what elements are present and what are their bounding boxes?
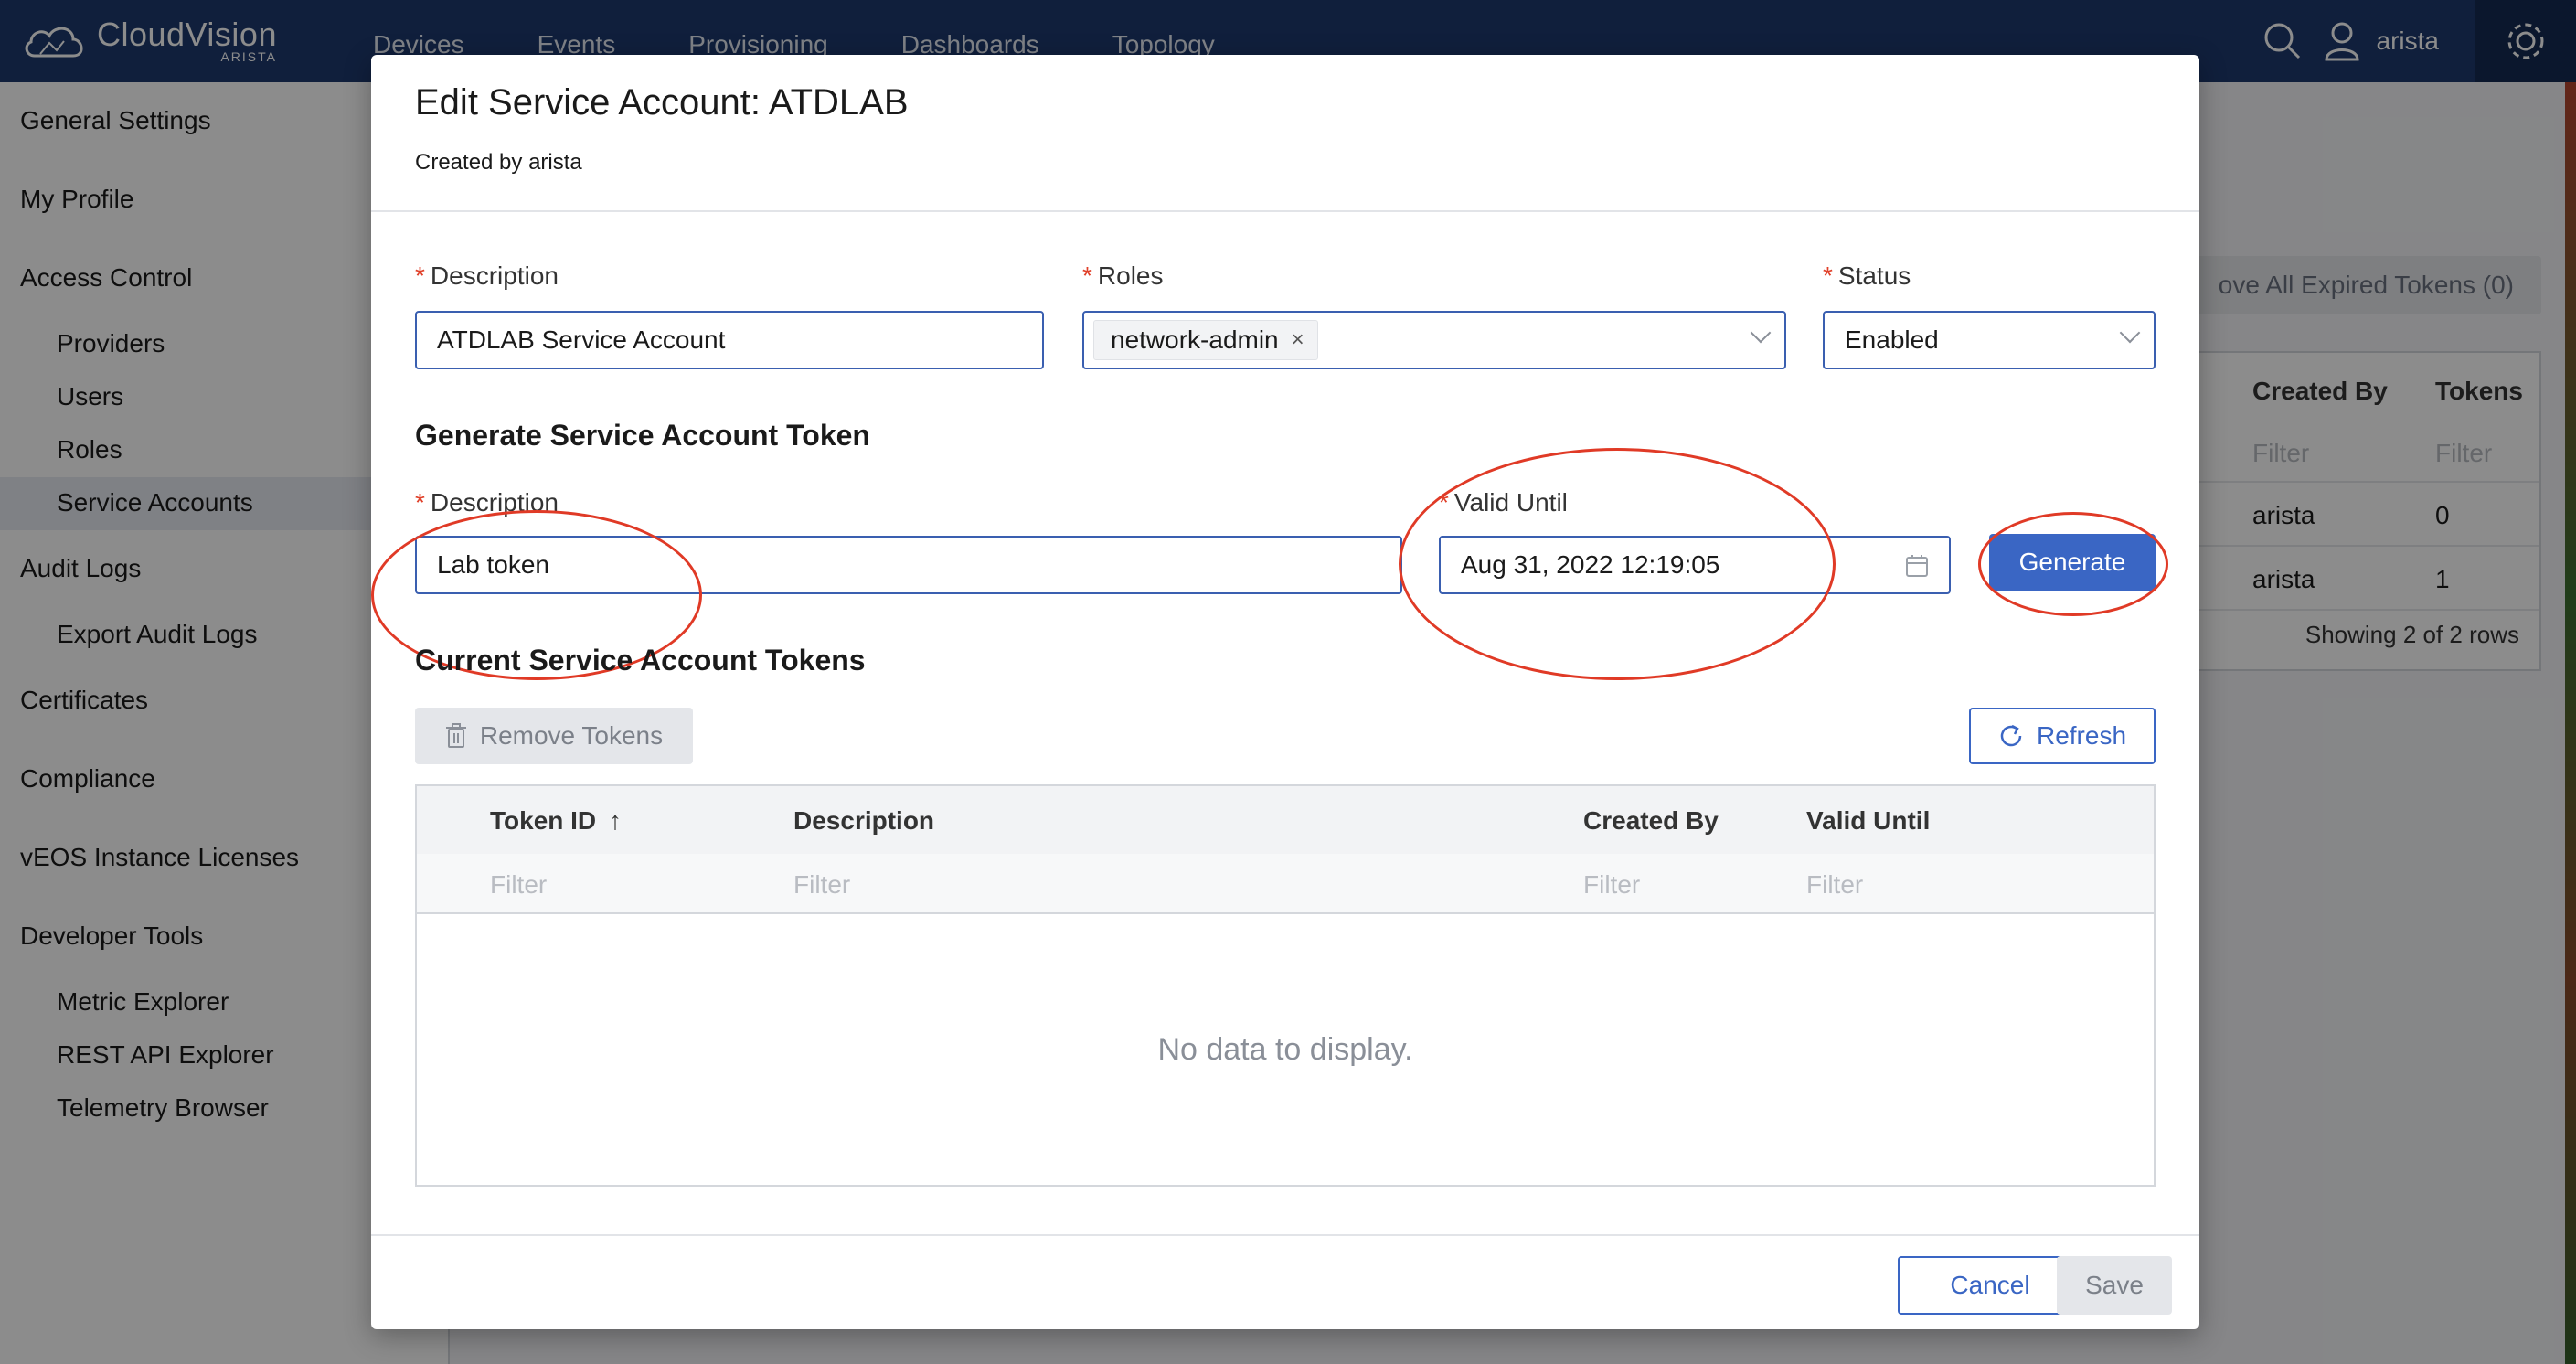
column-header-token-id[interactable]: Token ID ↑ — [490, 806, 622, 836]
refresh-label: Refresh — [2036, 721, 2127, 750]
table-filter-row: Filter Filter Filter Filter — [417, 854, 2154, 914]
status-value: Enabled — [1845, 325, 1939, 354]
roles-select[interactable]: network-admin × — [1082, 311, 1786, 369]
edit-service-account-dialog: Edit Service Account: ATDLAB Created by … — [371, 55, 2199, 1329]
filter-valid-until[interactable]: Filter — [1806, 870, 1863, 900]
generate-token-heading: Generate Service Account Token — [415, 419, 870, 452]
filter-created-by[interactable]: Filter — [1583, 870, 1640, 900]
empty-state-message: No data to display. — [1157, 1031, 1413, 1067]
generate-button[interactable]: Generate — [1989, 534, 2156, 591]
role-tag-label: network-admin — [1111, 325, 1279, 354]
status-select[interactable]: Enabled — [1823, 311, 2156, 369]
dialog-subtitle: Created by arista — [415, 150, 582, 175]
column-header-valid-until[interactable]: Valid Until — [1806, 806, 1930, 836]
dialog-title: Edit Service Account: ATDLAB — [415, 82, 909, 123]
refresh-icon — [2000, 724, 2022, 747]
save-button: Save — [2057, 1256, 2172, 1315]
column-header-created-by[interactable]: Created By — [1583, 806, 1719, 836]
required-mark: * — [415, 261, 425, 290]
column-header-description[interactable]: Description — [793, 806, 934, 836]
chevron-down-icon — [2119, 322, 2141, 344]
valid-until-value: Aug 31, 2022 12:19:05 — [1461, 550, 1720, 579]
sort-ascending-icon: ↑ — [608, 806, 622, 835]
required-mark: * — [1439, 488, 1449, 517]
dialog-header: Edit Service Account: ATDLAB Created by … — [371, 55, 2199, 212]
filter-token-id[interactable]: Filter — [490, 870, 547, 900]
close-icon[interactable]: × — [1292, 327, 1304, 353]
remove-tokens-label: Remove Tokens — [479, 721, 664, 750]
calendar-icon[interactable] — [1905, 554, 1929, 578]
account-description-input[interactable]: ATDLAB Service Account — [415, 311, 1044, 369]
current-tokens-heading: Current Service Account Tokens — [415, 644, 866, 677]
cancel-button[interactable]: Cancel — [1898, 1256, 2082, 1315]
refresh-button[interactable]: Refresh — [1969, 708, 2156, 764]
required-mark: * — [415, 488, 425, 517]
token-description-value: Lab token — [437, 550, 549, 579]
role-tag: network-admin × — [1093, 320, 1318, 360]
valid-until-datepicker[interactable]: Aug 31, 2022 12:19:05 — [1439, 536, 1951, 594]
account-description-value: ATDLAB Service Account — [437, 325, 726, 354]
trash-icon — [445, 723, 466, 748]
remove-tokens-button: Remove Tokens — [415, 708, 693, 764]
dialog-footer: Cancel Save — [371, 1234, 2199, 1329]
table-header: Token ID ↑ Description Created By Valid … — [417, 786, 2154, 854]
required-mark: * — [1823, 261, 1833, 290]
valid-until-label: * Valid Until — [1439, 488, 1568, 517]
token-description-input[interactable]: Lab token — [415, 536, 1402, 594]
status-label: * Status — [1823, 261, 1911, 290]
tokens-table: Token ID ↑ Description Created By Valid … — [415, 784, 2156, 1187]
token-description-label: * Description — [415, 488, 559, 517]
chevron-down-icon — [1750, 322, 1772, 344]
description-label: * Description — [415, 261, 559, 290]
roles-label: * Roles — [1082, 261, 1164, 290]
filter-description[interactable]: Filter — [793, 870, 850, 900]
required-mark: * — [1082, 261, 1092, 290]
